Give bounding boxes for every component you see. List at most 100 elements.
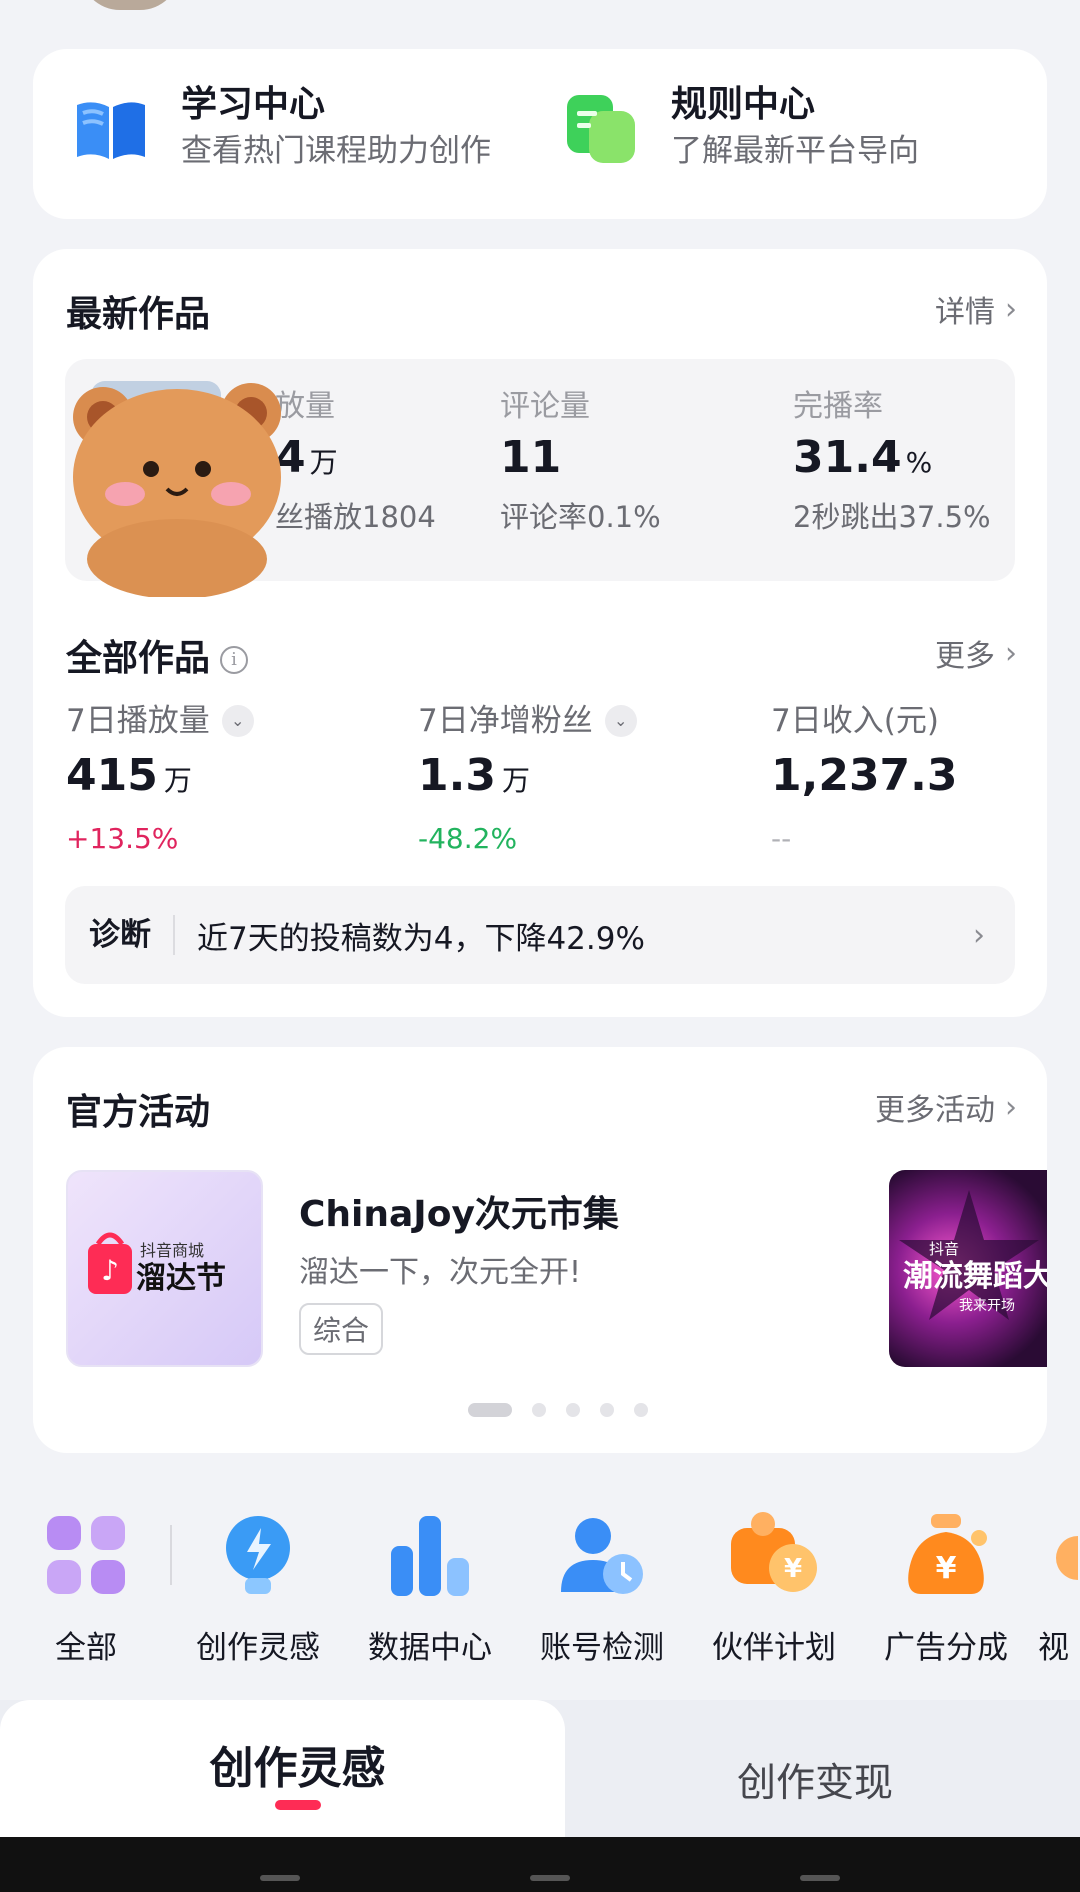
svg-text:¥: ¥ <box>936 1551 957 1586</box>
stat-7day-income[interactable]: 7日收入(元) 1,237.3 -- <box>771 699 964 864</box>
latest-details-label: 详情 <box>935 295 995 330</box>
latest-details-link[interactable]: 详情 › <box>935 287 1017 331</box>
chevron-right-icon: › <box>1005 291 1017 327</box>
quick-links-card: 学习中心 查看热门课程助力创作 规则中心 了解最新平台导向 <box>33 49 1047 219</box>
latest-stat-unit: 万 <box>309 446 338 479</box>
carousel-dot-active <box>468 1403 512 1417</box>
nav-home-button[interactable] <box>530 1875 570 1881</box>
stat-label: 7日净增粉丝 <box>418 703 593 739</box>
rules-center-subtitle: 了解最新平台导向 <box>671 133 919 169</box>
latest-stat-sub: 2秒跳出37.5% <box>793 500 991 534</box>
activity-title[interactable]: ChinaJoy次元市集 <box>299 1185 619 1237</box>
latest-stat-label: 完播率 <box>793 389 883 424</box>
latest-stat-label: 评论量 <box>500 389 590 424</box>
carousel-dot <box>600 1403 614 1417</box>
stat-7day-fans[interactable]: 7日净增粉丝 ⌄ 1.3 万 -48.2% <box>418 699 637 864</box>
tool-all[interactable]: 全部 <box>6 1510 166 1667</box>
partial-icon <box>1038 1510 1080 1600</box>
rules-icon <box>561 89 641 169</box>
latest-stat-plays: 放量 4万 丝播放1804 <box>275 387 436 540</box>
next-activity-text: 潮流舞蹈大 <box>903 1259 1047 1294</box>
all-works-title-text: 全部作品 <box>66 638 211 679</box>
latest-stat-label: 放量 <box>275 389 335 424</box>
system-nav-bar <box>0 1837 1080 1892</box>
learning-center-subtitle: 查看热门课程助力创作 <box>181 133 491 169</box>
nav-back-button[interactable] <box>800 1875 840 1881</box>
stat-change: -48.2% <box>418 822 518 855</box>
learning-center-link[interactable]: 学习中心 查看热门课程助力创作 <box>71 83 491 175</box>
tool-label: 视 <box>1038 1630 1069 1666</box>
tool-partial[interactable]: 视 <box>1038 1510 1080 1667</box>
carousel-indicator <box>468 1403 668 1417</box>
chevron-right-icon: › <box>1005 1089 1017 1125</box>
tool-label: 数据中心 <box>368 1630 492 1666</box>
latest-stat-sub: 丝播放1804 <box>275 500 436 534</box>
activities-title: 官方活动 <box>66 1092 211 1133</box>
tool-ad-revenue[interactable]: ¥ 广告分成 <box>866 1510 1026 1667</box>
all-works-more-link[interactable]: 更多 › <box>935 631 1017 675</box>
info-icon[interactable]: i <box>220 646 249 674</box>
diagnosis-text: 近7天的投稿数为4，下降42.9% <box>197 920 645 957</box>
tool-inspiration[interactable]: 创作灵感 <box>178 1510 338 1667</box>
money-bag-icon: ¥ <box>901 1510 991 1600</box>
stat-value: 1,237.3 <box>771 750 958 801</box>
latest-works-title: 最新作品 <box>66 294 211 335</box>
tab-creation-inspiration-label[interactable]: 创作灵感 <box>0 1732 595 1796</box>
tool-label: 伙伴计划 <box>712 1630 836 1666</box>
next-activity-sub: 我来开场 <box>959 1298 1015 1314</box>
rules-center-title: 规则中心 <box>671 84 816 125</box>
activity-tag: 综合 <box>299 1303 384 1355</box>
grid-icon <box>41 1510 131 1600</box>
stat-value: 1.3 <box>418 750 496 801</box>
chevron-right-icon: › <box>1005 635 1017 671</box>
tool-label: 创作灵感 <box>196 1630 320 1666</box>
stat-7day-plays[interactable]: 7日播放量 ⌄ 415 万 +13.5% <box>66 699 254 864</box>
activity-description: 溜达一下，次元全开! <box>299 1255 582 1290</box>
partner-icon: ¥ <box>729 1510 819 1600</box>
stat-value: 415 <box>66 750 158 801</box>
lightbulb-icon <box>213 1510 303 1600</box>
nav-menu-button[interactable] <box>260 1875 300 1881</box>
tool-label: 广告分成 <box>884 1630 1008 1666</box>
bar-chart-icon <box>385 1510 475 1600</box>
works-card: 最新作品 详情 › 放量 4万 丝播放1804 评论量 11 评论率0.1% 完… <box>33 249 1047 1017</box>
rules-center-link[interactable]: 规则中心 了解最新平台导向 <box>561 83 919 175</box>
book-icon <box>71 89 151 169</box>
carousel-dot <box>532 1403 546 1417</box>
latest-stat-unit: % <box>905 446 933 479</box>
bear-sticker-icon <box>55 369 295 599</box>
diagnosis-bar[interactable]: 诊断 近7天的投稿数为4，下降42.9% › <box>65 886 1015 984</box>
tool-divider <box>170 1525 172 1585</box>
next-activity-brand: 抖音 <box>929 1240 959 1258</box>
learning-center-title: 学习中心 <box>181 84 326 125</box>
svg-text:♪: ♪ <box>101 1254 119 1287</box>
tool-data-center[interactable]: 数据中心 <box>350 1510 510 1667</box>
avatar[interactable] <box>80 0 180 10</box>
tab-creation-monetization-label[interactable]: 创作变现 <box>600 1752 1030 1808</box>
activity-image[interactable]: ♪ 抖音商城 溜达节 <box>66 1170 263 1367</box>
latest-stat-completion: 完播率 31.4% 2秒跳出37.5% <box>793 387 991 540</box>
official-activities-card: 官方活动 更多活动 › ♪ 抖音商城 溜达节 ChinaJoy次元市集 溜达一下… <box>33 1047 1047 1453</box>
carousel-dot <box>566 1403 580 1417</box>
tool-account-check[interactable]: 账号检测 <box>522 1510 682 1667</box>
activity-image-big-text: 溜达节 <box>136 1261 226 1296</box>
more-activities-label: 更多活动 <box>875 1093 995 1128</box>
chevron-right-icon: › <box>973 917 985 953</box>
tool-label: 账号检测 <box>540 1630 664 1666</box>
active-tab-indicator <box>275 1800 321 1810</box>
svg-text:¥: ¥ <box>784 1554 802 1584</box>
latest-stat-value: 11 <box>500 432 562 483</box>
carousel-dot <box>634 1403 648 1417</box>
tool-partner-plan[interactable]: ¥ 伙伴计划 <box>694 1510 854 1667</box>
diagnosis-label: 诊断 <box>89 915 175 955</box>
stat-change: +13.5% <box>66 822 179 855</box>
chevron-down-icon[interactable]: ⌄ <box>604 705 637 737</box>
latest-stat-comments: 评论量 11 评论率0.1% <box>500 387 661 540</box>
stat-unit: 万 <box>501 764 530 797</box>
tool-label: 全部 <box>55 1630 117 1666</box>
chevron-down-icon[interactable]: ⌄ <box>221 705 254 737</box>
stat-label: 7日播放量 <box>66 703 210 739</box>
stat-unit: 万 <box>163 764 192 797</box>
next-activity-image[interactable]: 抖音 潮流舞蹈大 我来开场 <box>889 1170 1047 1367</box>
more-activities-link[interactable]: 更多活动 › <box>875 1085 1017 1129</box>
